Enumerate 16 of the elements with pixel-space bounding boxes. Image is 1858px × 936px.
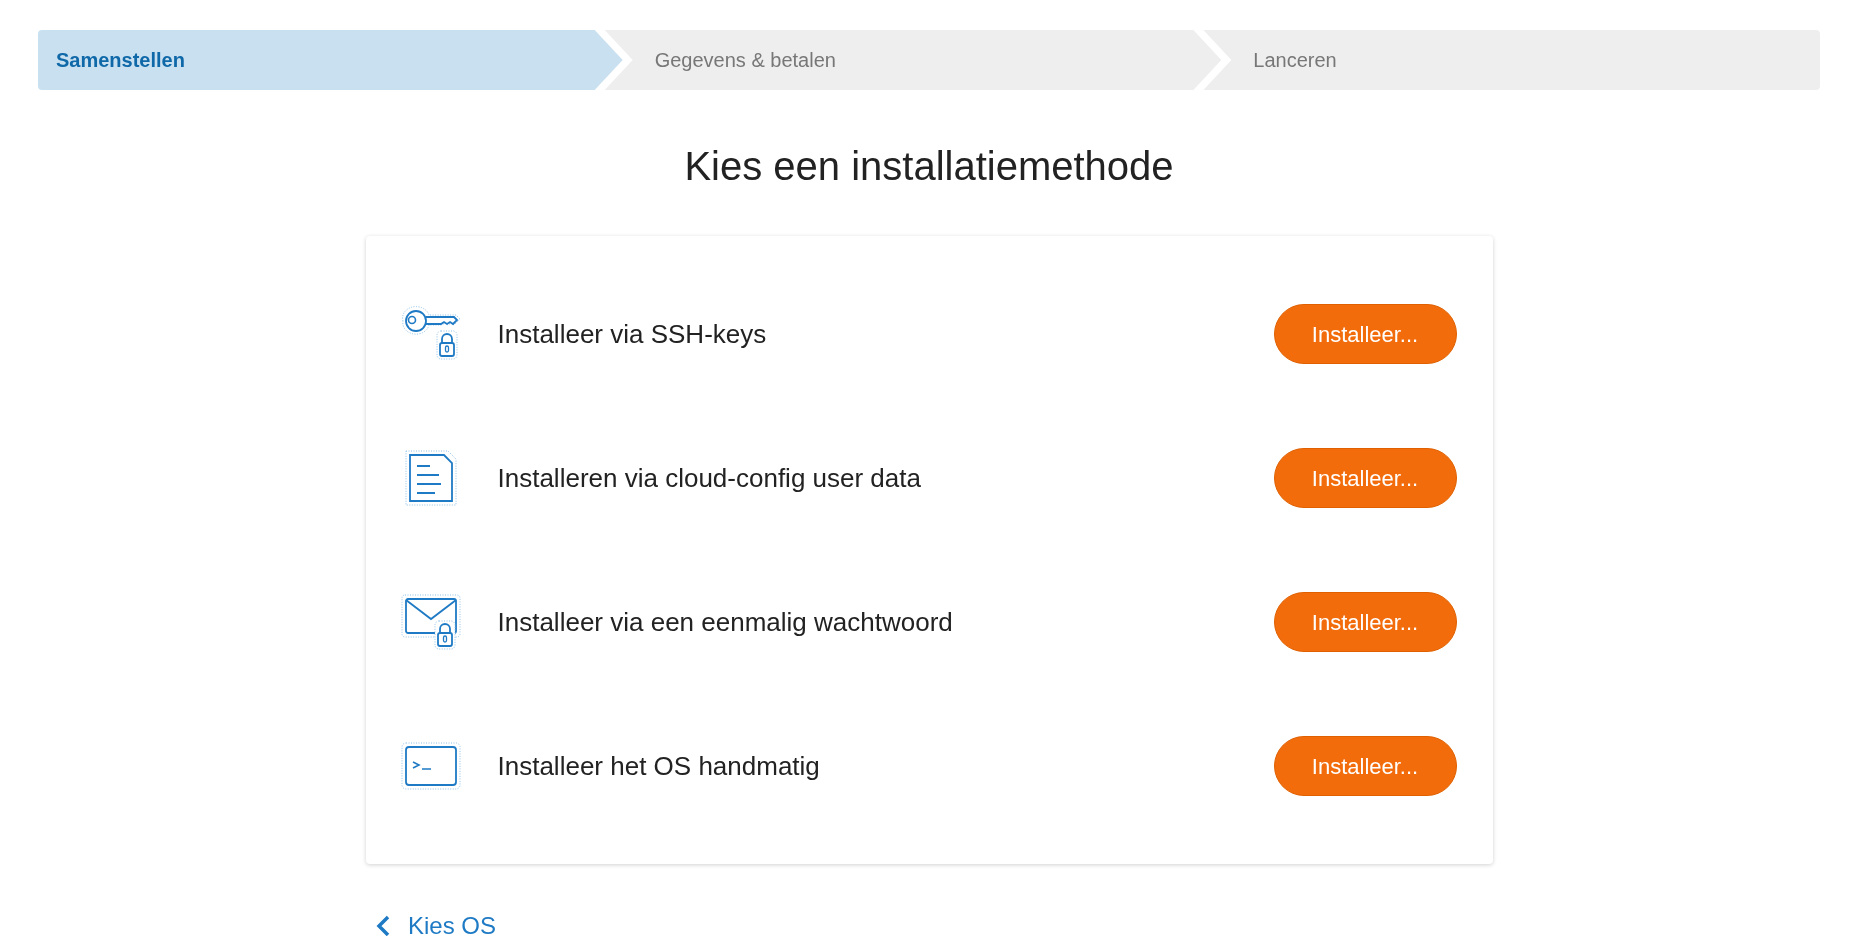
back-link[interactable]: Kies OS <box>376 908 497 936</box>
install-button[interactable]: Installeer... <box>1273 736 1457 796</box>
method-label: Installeer via een eenmalig wachtwoord <box>497 605 954 639</box>
method-label: Installeer het OS handmatig <box>497 749 821 783</box>
back-link-text: Kies OS <box>408 911 497 936</box>
install-button[interactable]: Installeer... <box>1273 592 1457 652</box>
progress-step[interactable]: Samenstellen <box>38 30 623 90</box>
method-label: Installeer via SSH-keys <box>497 317 768 351</box>
page-title: Kies een installatiemethode <box>683 143 1175 190</box>
install-button[interactable]: Installeer... <box>1273 304 1457 364</box>
method-label: Installeren via cloud-config user data <box>497 461 922 495</box>
mail-lock-icon <box>399 591 462 653</box>
progress-step[interactable]: Gegevens & betalen <box>604 30 1222 90</box>
chevron-left-icon <box>376 915 390 936</box>
install-button[interactable]: Installeer... <box>1273 448 1457 508</box>
progress-step[interactable]: Lanceren <box>1203 30 1820 90</box>
